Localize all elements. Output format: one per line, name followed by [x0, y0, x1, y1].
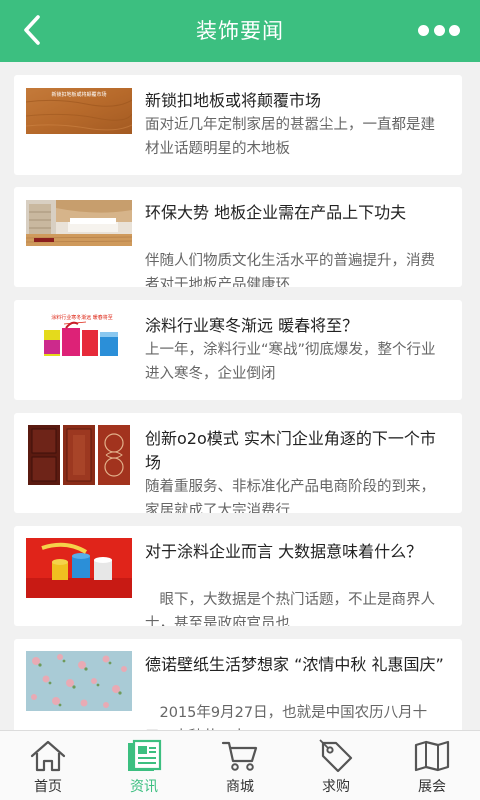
news-card[interactable]: 环保大势 地板企业需在产品上下功夫 伴随人们物质文化生活水平的普遍提升，消费者对…: [14, 187, 462, 287]
news-thumbnail-wooden-doors: [26, 425, 132, 485]
tab-home[interactable]: 首页: [0, 731, 96, 800]
more-dot-icon: [433, 24, 445, 36]
tab-shop[interactable]: 商城: [192, 731, 288, 800]
tab-label: 展会: [418, 779, 446, 795]
news-card[interactable]: 新锁扣地板或将颠覆市场 新锁扣地板或将颠覆市场 面对近几年定制家居的甚嚣尘上，一…: [14, 75, 462, 175]
news-thumbnail-paint-cans: 涂料行业寒冬渐远 暖春将至: [26, 312, 132, 358]
tab-exhibition[interactable]: 展会: [384, 731, 480, 800]
top-bar: 装饰要闻: [0, 0, 480, 62]
tab-news[interactable]: 资讯: [96, 731, 192, 800]
news-card[interactable]: 德诺壁纸生活梦想家 “浓情中秋 礼惠国庆” 2015年9月27日，也就是中国农历…: [14, 639, 462, 730]
more-dot-icon: [449, 24, 460, 36]
news-title: 对于涂料企业而言 大数据意味着什么？: [145, 542, 423, 561]
tab-label: 首页: [34, 779, 62, 795]
news-card[interactable]: 创新o2o模式 实木门企业角逐的下一个市场 随着重服务、非标准化产品电商阶段的到…: [14, 413, 462, 513]
news-icon: [128, 739, 162, 771]
svg-text:涂料行业寒冬渐远 暖春将至: 涂料行业寒冬渐远 暖春将至: [51, 314, 113, 321]
news-title: 环保大势 地板企业需在产品上下功夫: [145, 203, 407, 222]
news-card[interactable]: 涂料行业寒冬渐远 暖春将至 涂料行业寒冬渐远 暖春将至？ 上一年，涂料行业“寒战…: [14, 300, 462, 400]
news-card[interactable]: 对于涂料企业而言 大数据意味着什么？ 眼下，大数据是个热门话题，不止是商界人士，…: [14, 526, 462, 626]
cart-icon: [221, 741, 258, 771]
news-summary: 2015年9月27日，也就是中国农历八月十五，中秋节，本: [145, 705, 428, 730]
home-icon: [30, 740, 66, 772]
tab-label: 商城: [226, 779, 254, 795]
bottom-tab-bar: 首页 资讯 商城 求购 展会: [0, 730, 480, 800]
news-thumbnail-floral-wallpaper: [26, 651, 132, 711]
tag-icon: [319, 739, 353, 773]
news-thumbnail-wood-floor: 新锁扣地板或将颠覆市场: [26, 88, 132, 134]
news-summary: 面对近几年定制家居的甚嚣尘上，一直都是建材业话题明星的木地板: [145, 117, 435, 157]
news-title: 涂料行业寒冬渐远 暖春将至？: [145, 316, 359, 335]
page-title: 装饰要闻: [196, 19, 284, 43]
news-summary: 伴随人们物质文化生活水平的普遍提升，消费者对于地板产品健康环: [145, 253, 435, 287]
news-thumbnail-living-room: [26, 200, 132, 246]
news-title: 创新o2o模式 实木门企业角逐的下一个市场: [145, 429, 436, 472]
svg-text:新锁扣地板或将颠覆市场: 新锁扣地板或将颠覆市场: [51, 91, 106, 98]
news-summary: 随着重服务、非标准化产品电商阶段的到来，家居就成了大宗消费行: [145, 479, 435, 513]
tab-label: 求购: [322, 779, 350, 795]
news-summary: 眼下，大数据是个热门话题，不止是商界人士，甚至是政府官员也: [145, 592, 435, 626]
more-dot-icon: [418, 24, 429, 36]
news-title: 德诺壁纸生活梦想家 “浓情中秋 礼惠国庆”: [145, 655, 444, 674]
news-summary: 上一年，涂料行业“寒战”彻底爆发，整个行业进入寒冬，企业倒闭: [145, 342, 436, 382]
more-options-button[interactable]: [418, 22, 460, 38]
tab-label: 资讯: [130, 779, 158, 795]
news-thumbnail-paint-buckets: [26, 538, 132, 598]
map-icon: [414, 740, 450, 772]
news-title: 新锁扣地板或将颠覆市场: [145, 91, 322, 110]
news-list: 新锁扣地板或将颠覆市场 新锁扣地板或将颠覆市场 面对近几年定制家居的甚嚣尘上，一…: [0, 62, 480, 730]
tab-purchase[interactable]: 求购: [288, 731, 384, 800]
